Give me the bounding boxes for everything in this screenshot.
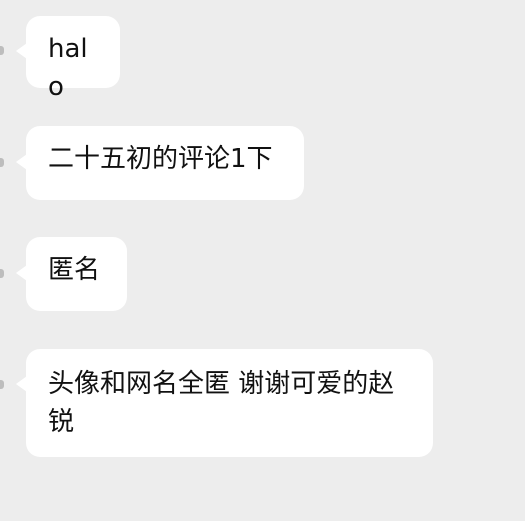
- chat-thread: halo 二十五初的评论1下 匿名 头像和网名全匿 谢谢可爱的赵锐: [0, 0, 525, 521]
- message-bubble[interactable]: halo: [26, 16, 120, 102]
- message-bubble[interactable]: 匿名: [26, 237, 127, 311]
- avatar[interactable]: [0, 380, 4, 389]
- avatar[interactable]: [0, 269, 4, 278]
- avatar[interactable]: [0, 46, 4, 55]
- message-bubble[interactable]: 二十五初的评论1下: [26, 126, 304, 200]
- avatar[interactable]: [0, 158, 4, 167]
- message-bubble[interactable]: 头像和网名全匿 谢谢可爱的赵锐: [26, 349, 433, 457]
